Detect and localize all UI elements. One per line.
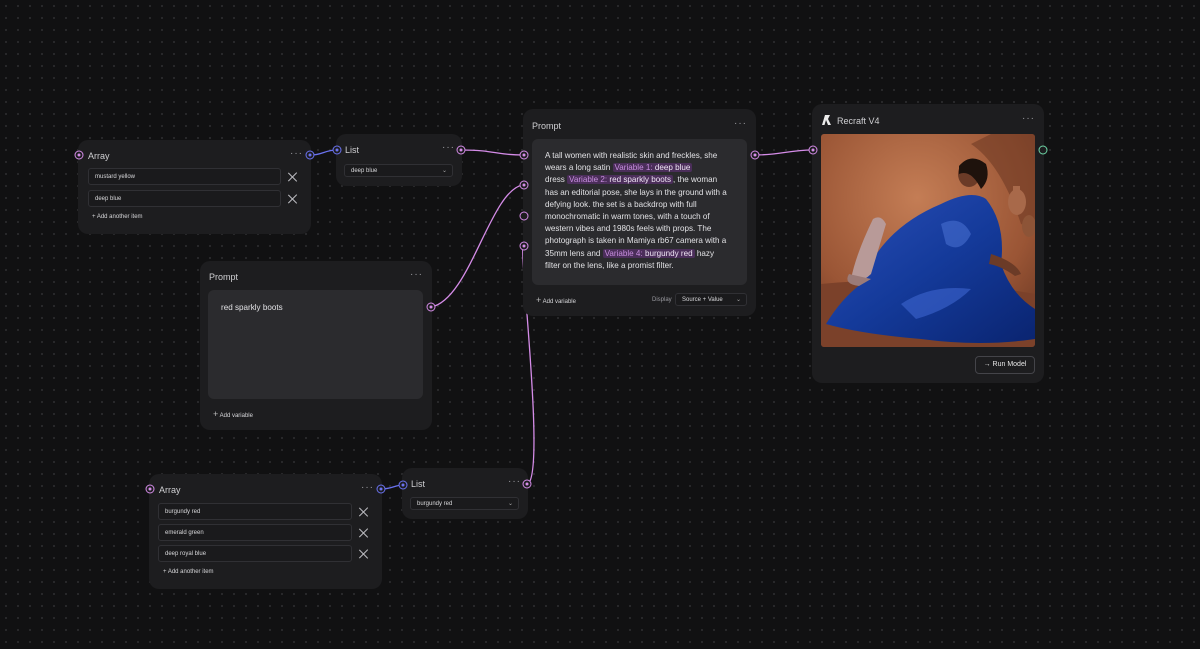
array-item[interactable]: burgundy red — [158, 503, 352, 520]
model-input-port[interactable] — [808, 145, 818, 155]
prompt-output-port[interactable] — [750, 150, 760, 160]
more-horizontal-icon[interactable]: ··· — [290, 148, 303, 159]
remove-item-close-icon[interactable] — [359, 528, 369, 538]
node-title: Prompt — [209, 272, 239, 282]
add-variable-button[interactable]: + Add variable — [213, 409, 253, 419]
prompt-input-port-1[interactable] — [519, 150, 529, 160]
add-variable-button[interactable]: + Add variable — [536, 295, 576, 305]
chevron-down-icon: ⌄ — [441, 168, 447, 174]
node-title: List — [411, 479, 426, 489]
prompt-small-output-port[interactable] — [426, 302, 436, 312]
more-horizontal-icon[interactable]: ··· — [734, 118, 747, 129]
prompt-input-port-2[interactable] — [519, 180, 529, 190]
array-item[interactable]: deep royal blue — [158, 545, 352, 562]
prompt-textarea[interactable]: red sparkly boots — [208, 290, 423, 399]
generated-image-art — [821, 134, 1035, 347]
arrow-right-icon: → — [983, 361, 991, 368]
model-output-port[interactable] — [1038, 145, 1048, 155]
list2-input-port[interactable] — [398, 480, 408, 490]
array-node-2[interactable]: Array ··· burgundy red emerald green dee… — [149, 474, 382, 589]
variable-chip[interactable]: Variable 2: red sparkly boots — [567, 175, 674, 185]
node-title: Array — [88, 151, 110, 161]
display-label: Display — [652, 297, 672, 303]
list1-input-port[interactable] — [332, 145, 342, 155]
remove-item-close-icon[interactable] — [288, 172, 298, 182]
list2-output-port[interactable] — [522, 479, 532, 489]
wire-prompt-small-to-prompt — [430, 184, 524, 308]
add-variable-label: Add variable — [219, 413, 253, 419]
array1-input-port[interactable] — [74, 150, 84, 160]
prompt-input-port-4[interactable] — [519, 241, 529, 251]
remove-item-close-icon[interactable] — [288, 194, 298, 204]
array-item[interactable]: emerald green — [158, 524, 352, 541]
array1-output-port[interactable] — [305, 150, 315, 160]
more-horizontal-icon[interactable]: ··· — [508, 476, 521, 487]
run-model-label: Run Model — [992, 361, 1027, 368]
list-select[interactable]: burgundy red ⌄ — [410, 497, 519, 510]
prompt-node-small[interactable]: Prompt ··· red sparkly boots + Add varia… — [200, 261, 432, 430]
prompt-textarea[interactable]: A tall women with realistic skin and fre… — [532, 139, 747, 285]
prompt-text: A tall women with realistic skin and fre… — [545, 151, 727, 270]
list-node-1[interactable]: List ··· deep blue ⌄ — [336, 134, 462, 186]
select-value: Source + Value — [682, 297, 723, 303]
remove-item-close-icon[interactable] — [359, 507, 369, 517]
prompt-node-main[interactable]: Prompt ··· A tall women with realistic s… — [523, 109, 756, 316]
node-title: Recraft V4 — [837, 116, 880, 126]
model-node[interactable]: Recraft V4 ··· → Run Model — [812, 104, 1044, 383]
list-node-2[interactable]: List ··· burgundy red ⌄ — [402, 468, 528, 519]
array2-output-port[interactable] — [376, 484, 386, 494]
plus-icon: + — [536, 295, 542, 305]
add-item-button[interactable]: + Add another item — [92, 214, 143, 220]
variable-chip[interactable]: Variable 4: burgundy red — [602, 248, 695, 258]
array-node-1[interactable]: Array ··· mustard yellow deep blue + Add… — [78, 140, 311, 234]
prompt-text: red sparkly boots — [221, 303, 283, 312]
run-model-button[interactable]: → Run Model — [975, 356, 1035, 374]
chevron-down-icon: ⌄ — [735, 297, 741, 303]
array-item[interactable]: deep blue — [88, 190, 281, 207]
select-value: burgundy red — [417, 501, 453, 507]
more-horizontal-icon[interactable]: ··· — [410, 269, 423, 280]
prompt-input-port-3[interactable] — [519, 211, 529, 221]
node-title: Array — [159, 485, 181, 495]
plus-icon: + — [213, 409, 219, 419]
add-variable-label: Add variable — [542, 299, 576, 305]
node-title: List — [345, 145, 360, 155]
list1-output-port[interactable] — [456, 145, 466, 155]
remove-item-close-icon[interactable] — [359, 549, 369, 559]
generated-image[interactable] — [821, 134, 1035, 347]
add-item-button[interactable]: + Add another item — [163, 569, 214, 575]
array-item[interactable]: mustard yellow — [88, 168, 281, 185]
list-select[interactable]: deep blue ⌄ — [344, 164, 453, 177]
array2-input-port[interactable] — [145, 484, 155, 494]
select-value: deep blue — [351, 168, 378, 174]
more-horizontal-icon[interactable]: ··· — [442, 142, 455, 153]
chevron-down-icon: ⌄ — [507, 501, 513, 507]
more-horizontal-icon[interactable]: ··· — [1022, 113, 1035, 124]
recraft-logo-icon — [821, 113, 832, 125]
wire-list1-to-prompt — [461, 149, 524, 156]
more-horizontal-icon[interactable]: ··· — [361, 482, 374, 493]
variable-chip[interactable]: Variable 1: deep blue — [612, 163, 693, 173]
wire-prompt-to-model — [754, 149, 813, 156]
display-select[interactable]: Source + Value ⌄ — [675, 293, 747, 306]
node-title: Prompt — [532, 121, 562, 131]
